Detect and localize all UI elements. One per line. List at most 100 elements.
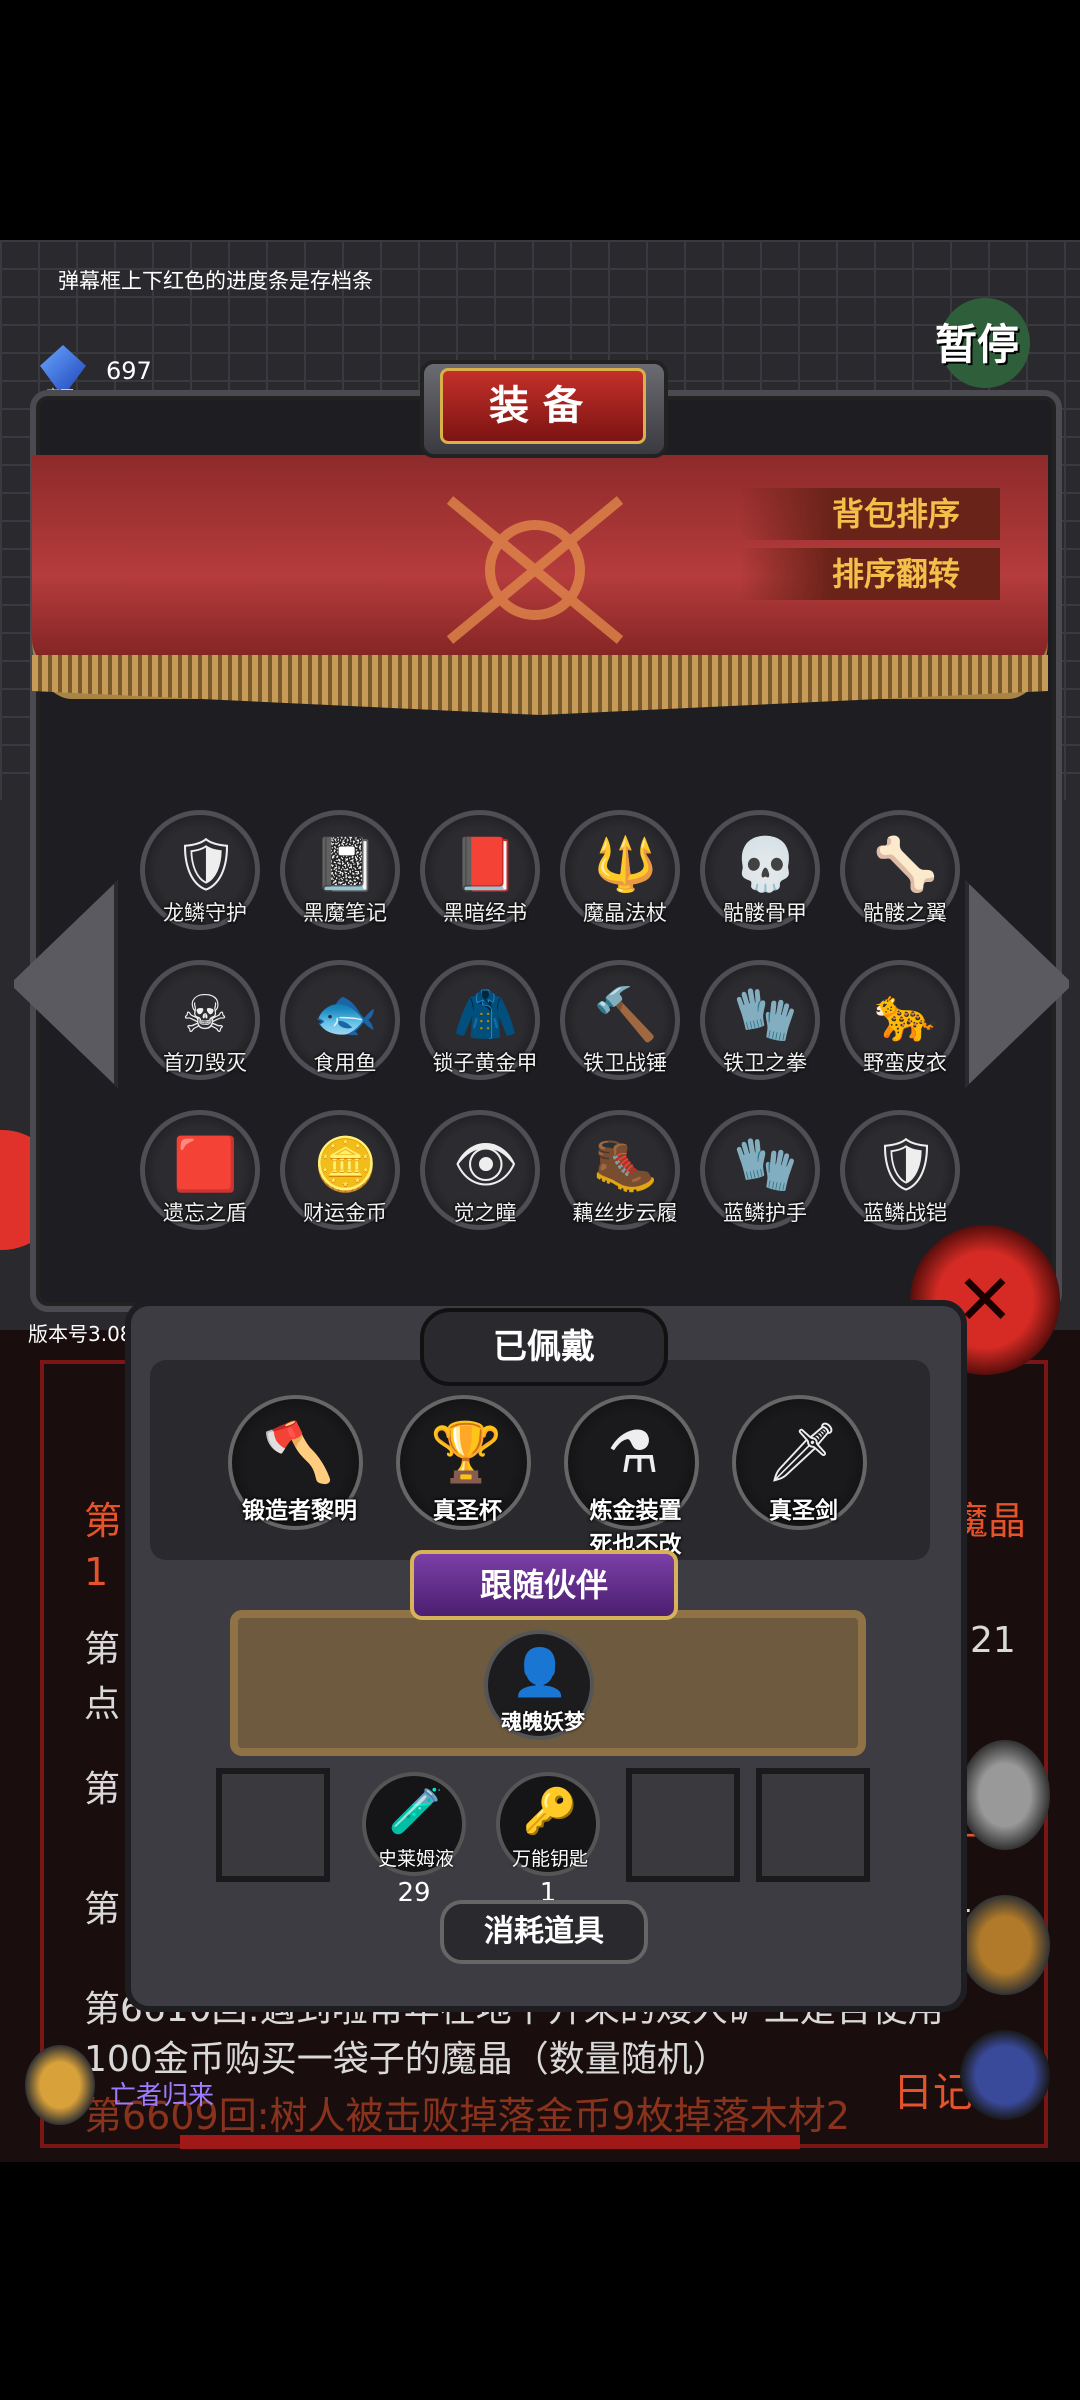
diary-button[interactable] (960, 2030, 1050, 2120)
inventory-item-label: 铁卫战锤 (583, 1051, 667, 1075)
boots-icon: 🥾 (593, 1135, 658, 1195)
inventory-item-label: 黑魔笔记 (303, 901, 387, 925)
knight-button[interactable] (960, 1740, 1050, 1850)
inventory-item-label: 食用鱼 (313, 1051, 377, 1075)
companion-title: 跟随伙伴 (410, 1550, 678, 1620)
chainmail-icon: 🧥 (453, 985, 518, 1045)
bone-wings-icon: 🦴 (873, 835, 938, 895)
log-fragment: 第 (84, 1499, 123, 1543)
inventory-item-label: 首刃毁灭 (163, 1051, 247, 1075)
consumable-slot-empty[interactable] (216, 1768, 330, 1882)
grail-icon: 🏆 (430, 1418, 503, 1486)
inventory-item[interactable]: 🪙 财运金币 (280, 1110, 400, 1230)
inventory-item[interactable]: 💀 骷髅骨甲 (700, 810, 820, 930)
player-avatar[interactable] (25, 2045, 95, 2125)
inventory-item-label: 骷髅之翼 (863, 901, 947, 925)
inventory-item-label: 骷髅骨甲 (723, 901, 807, 925)
inventory-item[interactable]: 👁 觉之瞳 (420, 1110, 540, 1230)
inventory-item[interactable]: 🛡 龙鳞守护 (140, 810, 260, 930)
log-fragment: 1 (84, 1550, 109, 1594)
inventory-item-label: 蓝鳞护手 (723, 1201, 807, 1225)
inventory-item[interactable]: 🧤 铁卫之拳 (700, 960, 820, 1080)
gem-value: 697 (106, 357, 152, 385)
version-label: 版本号3.08 (28, 1322, 133, 1346)
gauntlet-icon: 🧤 (733, 985, 798, 1045)
inventory-item[interactable]: 🔱 魔晶法杖 (560, 810, 680, 930)
consumables-title: 消耗道具 (440, 1900, 648, 1964)
inventory-item[interactable]: 🧤 蓝鳞护手 (700, 1110, 820, 1230)
inventory-item-label: 铁卫之拳 (723, 1051, 807, 1075)
inventory-item[interactable]: 🧥 锁子黄金甲 (420, 960, 540, 1080)
consumable-count: 29 (397, 1878, 431, 1908)
equipped-item-label: 真圣剑 (769, 1498, 838, 1524)
inventory-item[interactable]: 📕 黑暗经书 (420, 810, 540, 930)
inventory-item-label: 锁子黄金甲 (432, 1051, 538, 1075)
inventory-item[interactable]: ☠ 首刃毁灭 (140, 960, 260, 1080)
inventory-item[interactable]: 🛡 蓝鳞战铠 (840, 1110, 960, 1230)
leather-icon: 🐆 (873, 985, 938, 1045)
save-progress-bar (180, 2135, 800, 2149)
reaper-icon: ☠ (181, 985, 229, 1045)
dragon-mask-icon: 🛡 (173, 835, 240, 895)
inventory-item-label: 蓝鳞战铠 (863, 1201, 947, 1225)
inventory-item-label: 黑暗经书 (443, 901, 527, 925)
consumable-label: 万能钥匙 (511, 1848, 588, 1870)
inventory-item[interactable]: 🦴 骷髅之翼 (840, 810, 960, 930)
reverse-sort-button[interactable]: 排序翻转 (740, 548, 1000, 600)
inventory-item-label: 觉之瞳 (453, 1201, 517, 1225)
inventory-item[interactable]: 🥾 藕丝步云履 (560, 1110, 680, 1230)
equipped-item-label: 炼金装置 死也不改 (589, 1498, 682, 1558)
companion-slot[interactable]: 👤 魂魄妖梦 (484, 1630, 594, 1740)
consumable-label: 史莱姆液 (377, 1848, 454, 1870)
tavern-button[interactable] (960, 1895, 1050, 1995)
log-fragment: 21 (970, 1620, 1016, 1661)
inventory-item[interactable]: 🐟 食用鱼 (280, 960, 400, 1080)
inventory-item-label: 龙鳞守护 (163, 901, 247, 925)
consumable-slot-empty[interactable] (756, 1768, 870, 1882)
equipped-item[interactable]: 🏆 真圣杯 (396, 1395, 531, 1530)
key-icon: 🔑 (522, 1786, 578, 1837)
companion-label: 魂魄妖梦 (501, 1710, 585, 1734)
inventory-item[interactable]: 🟥 遗忘之盾 (140, 1110, 260, 1230)
inventory-item[interactable]: 📓 黑魔笔记 (280, 810, 400, 930)
crossed-swords-emblem (446, 496, 624, 644)
blue-glove-icon: 🧤 (733, 1135, 798, 1195)
consumable-item[interactable]: 🔑 万能钥匙 1 (496, 1772, 600, 1908)
equipped-item[interactable]: 🪓 锻造者黎明 (228, 1395, 363, 1530)
inventory-item-label: 藕丝步云履 (572, 1201, 678, 1225)
inventory-item-label: 魔晶法杖 (583, 901, 667, 925)
player-name: 亡者归来 (110, 2081, 215, 2111)
consumable-item[interactable]: 🧪 史莱姆液 29 (362, 1772, 466, 1908)
book-icon: 📓 (313, 835, 378, 895)
inventory-item-label: 财运金币 (303, 1201, 387, 1225)
log-fragment: 点 (84, 1684, 121, 1725)
staff-icon: 🔱 (593, 835, 658, 895)
alchemy-icon: ⚗ (607, 1418, 659, 1486)
equipped-item-label: 锻造者黎明 (242, 1498, 357, 1524)
fish-icon: 🐟 (313, 985, 378, 1045)
mace-icon: 🔨 (593, 985, 658, 1045)
log-fragment: 第 (84, 1889, 121, 1930)
eye-icon: 👁 (453, 1135, 520, 1195)
inventory-item-label: 遗忘之盾 (163, 1201, 247, 1225)
equipped-title: 已佩戴 (420, 1308, 668, 1386)
sword-icon: 🗡 (766, 1418, 840, 1486)
youmu-icon: 👤 (511, 1645, 569, 1699)
inventory-item[interactable]: 🐆 野蛮皮衣 (840, 960, 960, 1080)
coin-icon: 🪙 (313, 1135, 378, 1195)
equipment-title: 装备 (440, 368, 646, 444)
equipped-item[interactable]: 🗡 真圣剑 (732, 1395, 867, 1530)
pause-button[interactable]: 暂停 (935, 300, 1035, 390)
equipped-item[interactable]: ⚗ 炼金装置 死也不改 (564, 1395, 699, 1558)
skeleton-armor-icon: 💀 (733, 835, 798, 895)
log-fragment: 第 (84, 1769, 121, 1810)
consumable-slot-empty[interactable] (626, 1768, 740, 1882)
potion-icon: 🧪 (388, 1786, 444, 1837)
equipped-item-label: 真圣杯 (433, 1498, 502, 1524)
axe-icon: 🪓 (262, 1418, 335, 1486)
sort-backpack-button[interactable]: 背包排序 (740, 488, 1000, 540)
shield-icon: 🟥 (173, 1135, 238, 1195)
inventory-item[interactable]: 🔨 铁卫战锤 (560, 960, 680, 1080)
hint-text: 弹幕框上下红色的进度条是存档条 (58, 269, 373, 293)
inventory-item-label: 野蛮皮衣 (863, 1051, 947, 1075)
